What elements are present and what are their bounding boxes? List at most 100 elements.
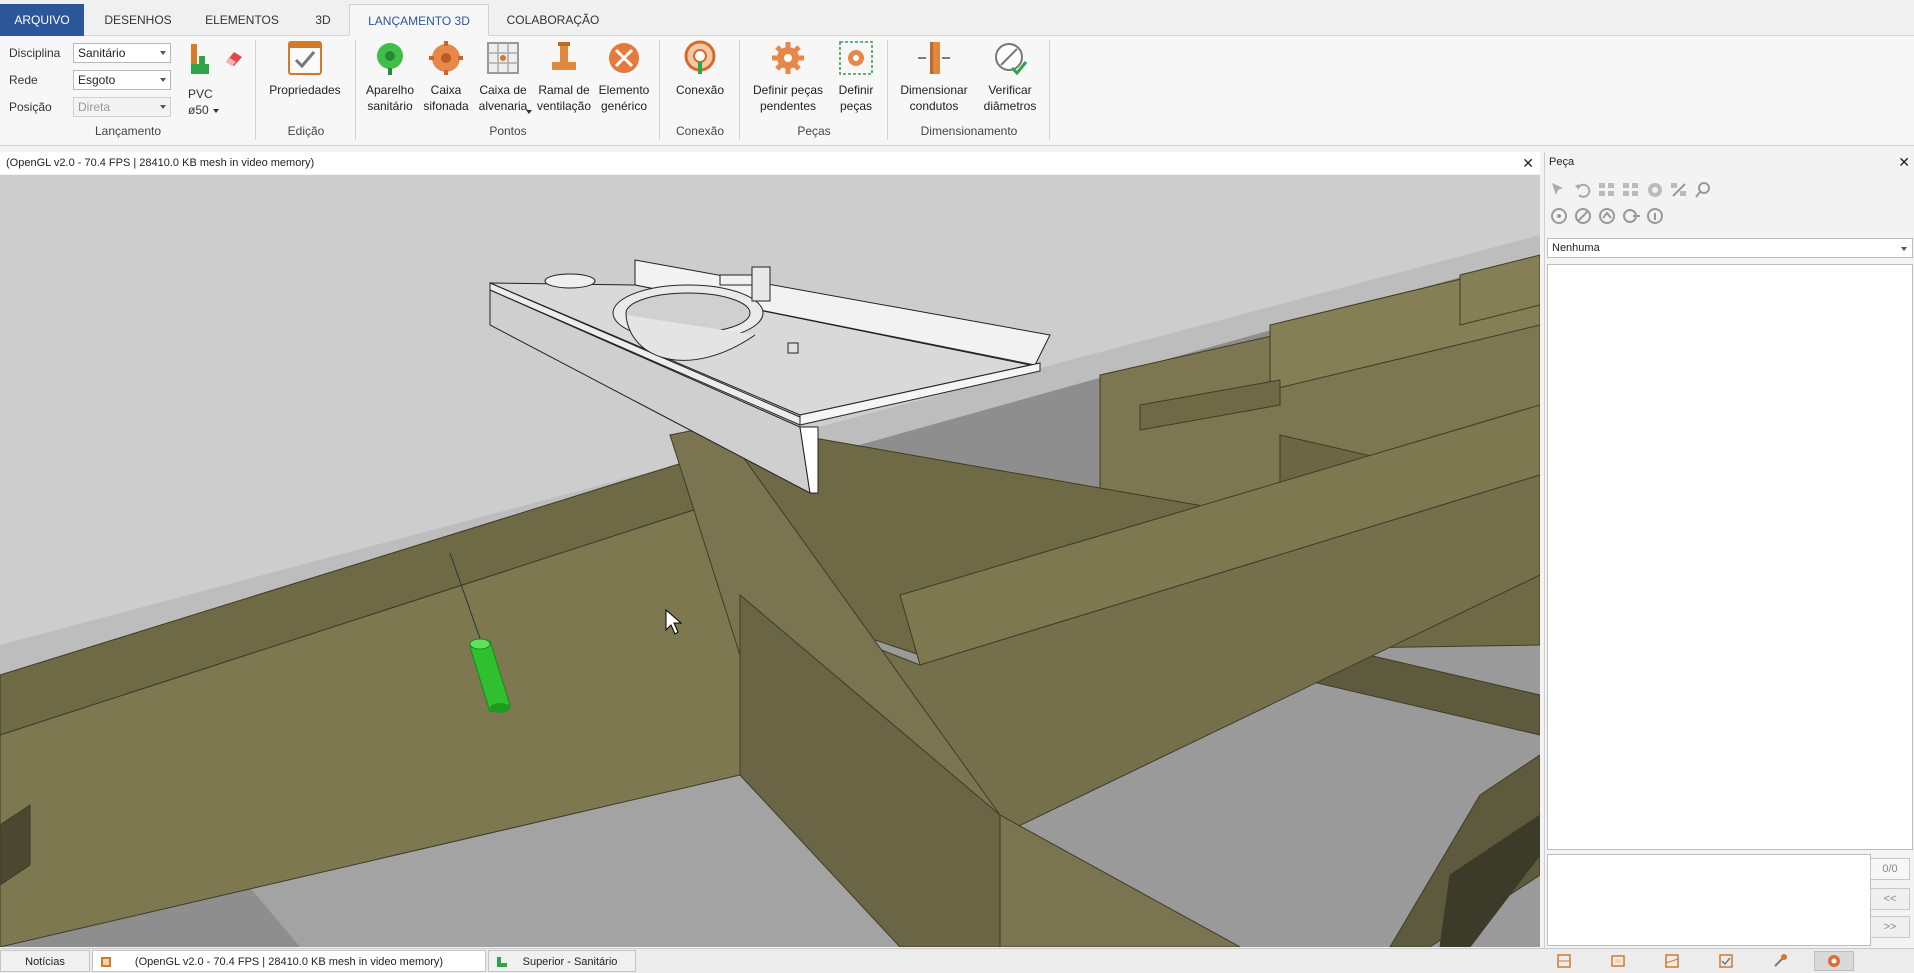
eraser-icon[interactable] [224,50,244,68]
tab-noticias[interactable]: Notícias [0,950,90,972]
verificar-label: Verificar diâmetros [983,83,1037,113]
rede-value: Esgoto [78,73,116,87]
gear-selection-icon [839,41,873,75]
propriedades-button[interactable]: Propriedades [264,40,346,98]
gear-icon[interactable] [1645,180,1665,200]
rede-select[interactable]: Esgoto [73,70,171,90]
target-arrow-icon[interactable] [1621,206,1641,226]
gear-icon [772,42,804,74]
status-bar: Notícias (OpenGL v2.0 - 70.4 FPS | 28410… [0,948,1914,973]
peca-select[interactable]: Nenhuma [1547,238,1913,258]
dimension-pipe-icon [918,42,950,74]
disciplina-label: Disciplina [9,46,61,60]
tab-3d[interactable]: 3D [300,4,346,36]
peca-description-box[interactable] [1547,854,1871,946]
siphon-box-gear-icon [429,41,463,75]
ramal-ventilacao-button[interactable]: Ramal de ventilação [534,40,594,114]
pvc-pipe-icon[interactable] [188,42,212,78]
target-select-icon[interactable] [1549,206,1569,226]
definir-pendentes-label: Definir peças pendentes [752,83,824,113]
grid-select-icon[interactable] [1597,180,1617,200]
aparelho-sanitario-button[interactable]: Aparelho sanitário [362,40,418,114]
floor-plan-icon [497,957,507,967]
view-3d-button[interactable] [1814,951,1854,971]
dimensionar-condutos-button[interactable]: Dimensionar condutos [894,40,974,114]
definir-pecas-button[interactable]: Definir peças [830,40,882,114]
chevron-down-icon [160,78,166,82]
view-tab-label: (OpenGL v2.0 - 70.4 FPS | 28410.0 KB mes… [134,956,444,968]
target-home-icon[interactable] [1597,206,1617,226]
grid-deselect-icon[interactable] [1621,180,1641,200]
select-arrow-icon[interactable] [1549,180,1569,200]
posicao-value: Direta [78,100,111,114]
close-icon[interactable]: ✕ [1522,152,1534,174]
3d-viewport[interactable] [0,175,1540,947]
zoom-icon[interactable] [1693,180,1713,200]
view-elevation-button[interactable] [1598,951,1638,971]
elevation-icon [1611,955,1625,967]
peca-panel: Peça ✕ Nenhuma [1544,152,1914,948]
masonry-box-icon [487,42,519,74]
vent-branch-pipe-icon [552,42,576,70]
group-label-dimensionamento: Dimensionamento [920,124,1018,138]
tab-3d-view[interactable]: (OpenGL v2.0 - 70.4 FPS | 28410.0 KB mes… [92,950,486,972]
diameter-selector[interactable]: ø50 [188,103,209,117]
posicao-label: Posição [9,100,52,114]
tab-arquivo[interactable]: ARQUIVO [0,4,84,36]
tab-elementos[interactable]: ELEMENTOS [192,4,292,36]
disciplina-select[interactable]: Sanitário [73,43,171,63]
verify-diameter-icon [995,43,1028,76]
view-check-button[interactable] [1706,951,1746,971]
panel-title: Peça [1549,156,1575,168]
tab-lancamento-3d[interactable]: LANÇAMENTO 3D [349,4,489,36]
previous-button[interactable]: << [1870,888,1910,910]
conexao-button[interactable]: Conexão [666,40,734,98]
propriedades-label: Propriedades [269,83,341,97]
posicao-select[interactable]: Direta [73,97,171,117]
verificar-diametros-button[interactable]: Verificar diâmetros [978,40,1042,114]
group-label-lancamento: Lançamento [94,124,162,138]
caixa-sifonada-button[interactable]: Caixa sifonada [420,40,472,114]
plan-icon [1557,954,1571,968]
item-counter: 0/0 [1870,858,1910,880]
tab-superior-sanitario[interactable]: Superior - Sanitário [488,950,636,972]
ribbon-tab-bar: ARQUIVO DESENHOS ELEMENTOS 3D LANÇAMENTO… [0,0,1914,36]
chevron-down-icon [160,105,166,109]
3d-scene[interactable] [0,175,1540,947]
group-label-pecas: Peças [797,124,831,138]
disciplina-value: Sanitário [78,46,126,60]
ramal-label: Ramal de ventilação [536,83,592,113]
viewport-header: (OpenGL v2.0 - 70.4 FPS | 28410.0 KB mes… [0,152,1540,174]
view-plan-button[interactable] [1544,951,1584,971]
remove-selection-icon[interactable] [1669,180,1689,200]
ribbon: Disciplina Sanitário Rede Esgoto Posição… [0,36,1914,146]
peca-select-value: Nenhuma [1552,242,1600,254]
view-tools-button[interactable] [1760,951,1800,971]
elemento-generico-button[interactable]: Elemento genérico [596,40,652,114]
close-icon[interactable]: ✕ [1898,154,1910,171]
aparelho-label: Aparelho sanitário [365,83,415,113]
group-label-conexao: Conexão [675,124,725,138]
3d-gear-icon [1828,955,1840,967]
undo-icon[interactable] [1573,180,1593,200]
dimensionar-label: Dimensionar condutos [900,83,968,113]
target-disable-icon[interactable] [1573,206,1593,226]
tab-desenhos[interactable]: DESENHOS [92,4,184,36]
view-section-button[interactable] [1652,951,1692,971]
tab-colaboracao[interactable]: COLABORAÇÃO [496,4,610,36]
caixa-alvenaria-button[interactable]: Caixa de alvenaria [474,40,532,114]
caixa-alvenaria-label: Caixa de alvenaria [478,83,528,113]
definir-pecas-pendentes-button[interactable]: Definir peças pendentes [748,40,828,114]
tools-icon [1774,954,1787,967]
ribbon-divider [1049,40,1050,140]
caixa-sifonada-label: Caixa sifonada [423,83,469,113]
definir-label: Definir peças [838,83,874,113]
sheet-tab-label: Superior - Sanitário [522,956,618,968]
section-icon [1665,954,1679,968]
peca-list[interactable] [1547,264,1913,850]
check-icon [1719,954,1733,968]
next-button[interactable]: >> [1870,916,1910,938]
material-label: PVC [188,87,213,101]
connection-icon [684,40,716,74]
target-info-icon[interactable] [1645,206,1665,226]
